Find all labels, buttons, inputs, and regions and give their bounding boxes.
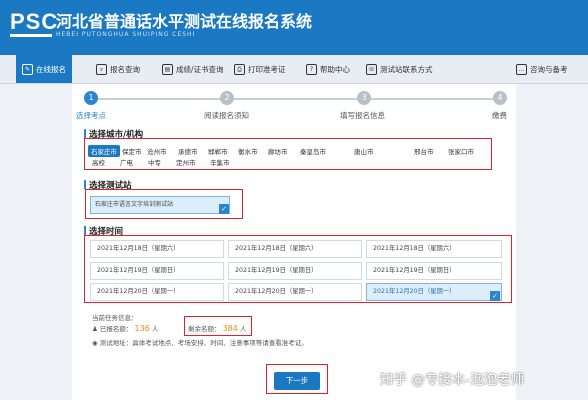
- time-slot[interactable]: 2021年12月19日（星期日）: [90, 262, 224, 280]
- time-section-bar: [84, 226, 86, 235]
- city-option-dingzhou[interactable]: 定州市: [176, 157, 196, 167]
- city-option-chengde[interactable]: 承德市: [178, 146, 198, 156]
- step-2-circle: 2: [220, 91, 234, 105]
- chat-icon: …: [516, 63, 527, 75]
- main-nav: ✎ 在线报名 ⌕ 报名查询 ▤ 成绩/证书查询 ⎙ 打印准考证 ? 帮助中心 ☏…: [0, 55, 588, 84]
- city-option-guangdian[interactable]: 广电: [120, 157, 133, 167]
- time-slot[interactable]: 2021年12月18日（星期六）: [90, 240, 224, 258]
- nav-consult-prep[interactable]: … 咨询与备考: [516, 55, 568, 83]
- remaining-count: 剩余名额： 384 人: [188, 324, 247, 333]
- city-option-tangshan[interactable]: 唐山市: [354, 146, 374, 156]
- time-slot[interactable]: 2021年12月20日（星期一）: [228, 283, 362, 301]
- printer-icon: ⎙: [234, 63, 245, 75]
- city-option-handan[interactable]: 邯郸市: [208, 146, 228, 156]
- help-icon: ?: [306, 63, 317, 75]
- time-slot[interactable]: 2021年12月19日（星期日）: [228, 262, 362, 280]
- nav-help-center[interactable]: ? 帮助中心: [306, 55, 350, 83]
- contact-icon: ☏: [366, 63, 377, 75]
- search-icon: ⌕: [96, 63, 107, 75]
- time-slot[interactable]: 2021年12月18日（星期六）: [366, 240, 502, 258]
- city-option-gaoxiao[interactable]: 高校: [92, 157, 105, 167]
- time-slot[interactable]: 2021年12月18日（星期六）: [228, 240, 362, 258]
- next-step-button[interactable]: 下一步: [274, 372, 320, 390]
- time-slot[interactable]: 2021年12月20日（星期一）: [90, 283, 224, 301]
- location-icon: ◉: [92, 339, 100, 347]
- step-1-label: 选择考点: [76, 111, 106, 120]
- step-4-label: 缴费: [492, 111, 507, 120]
- steps-progress-line: [92, 98, 502, 100]
- city-option-cangzhou[interactable]: 沧州市: [147, 146, 167, 156]
- time-slot-selected[interactable]: 2021年12月20日（星期一）: [366, 283, 502, 301]
- city-option-zhongzhuan[interactable]: 中专: [148, 157, 161, 167]
- site-section-bar: [84, 180, 86, 189]
- app-title: 河北省普通话水平测试在线报名系统: [56, 12, 313, 31]
- step-2-label: 阅读报名须知: [204, 111, 249, 120]
- city-option-xingtai[interactable]: 邢台市: [414, 146, 434, 156]
- logo-underline: [10, 34, 52, 37]
- certificate-icon: ▤: [162, 63, 173, 75]
- city-option-zhangjiakou[interactable]: 张家口市: [448, 146, 474, 156]
- registered-count: ♟ 已报名额： 136 人: [92, 324, 159, 333]
- step-4-circle: 4: [493, 91, 507, 105]
- nav-score-certificate-query[interactable]: ▤ 成绩/证书查询: [162, 55, 224, 83]
- site-selected-check-icon: ✓: [219, 204, 229, 214]
- app-header: PSC 河北省普通话水平测试在线报名系统 HEBEI PUTONGHUA SHU…: [0, 0, 588, 55]
- city-option-baoding[interactable]: 保定市: [122, 146, 142, 156]
- user-icon: ♟: [92, 325, 100, 333]
- nav-registration-query[interactable]: ⌕ 报名查询: [96, 55, 140, 83]
- city-option-xinji[interactable]: 辛集市: [210, 157, 230, 167]
- step-3-circle: 3: [357, 91, 371, 105]
- city-option-qinhuangdao[interactable]: 秦皇岛市: [300, 146, 326, 156]
- nav-station-contact[interactable]: ☏ 测试站联系方式: [366, 55, 433, 83]
- city-option-hengshui[interactable]: 衡水市: [238, 146, 258, 156]
- step-1-circle: 1: [84, 91, 98, 105]
- test-site-option[interactable]: 石家庄市语言文字培训测试站: [90, 196, 230, 214]
- time-slot[interactable]: 2021年12月19日（星期日）: [366, 262, 502, 280]
- nav-print-admission[interactable]: ⎙ 打印准考证: [234, 55, 286, 83]
- info-heading: 当前任务信息：: [92, 314, 138, 322]
- step-3-label: 填写报名信息: [340, 111, 385, 120]
- app-subtitle: HEBEI PUTONGHUA SHUIPING CESHI: [56, 31, 196, 38]
- watermark: 知乎 @专接本-泡泡老师: [380, 372, 525, 388]
- city-option-langfang[interactable]: 廊坊市: [268, 146, 288, 156]
- nav-online-registration[interactable]: ✎ 在线报名: [16, 55, 72, 83]
- slot-selected-check-icon: ✓: [490, 291, 500, 301]
- test-address: ◉ 测试地址：具体考试地点、考场安排、时间、注意事项等请查看准考证。: [92, 339, 308, 347]
- city-section-bar: [84, 129, 86, 138]
- city-option-shijiazhuang[interactable]: 石家庄市: [88, 145, 120, 157]
- edit-icon: ✎: [22, 63, 33, 75]
